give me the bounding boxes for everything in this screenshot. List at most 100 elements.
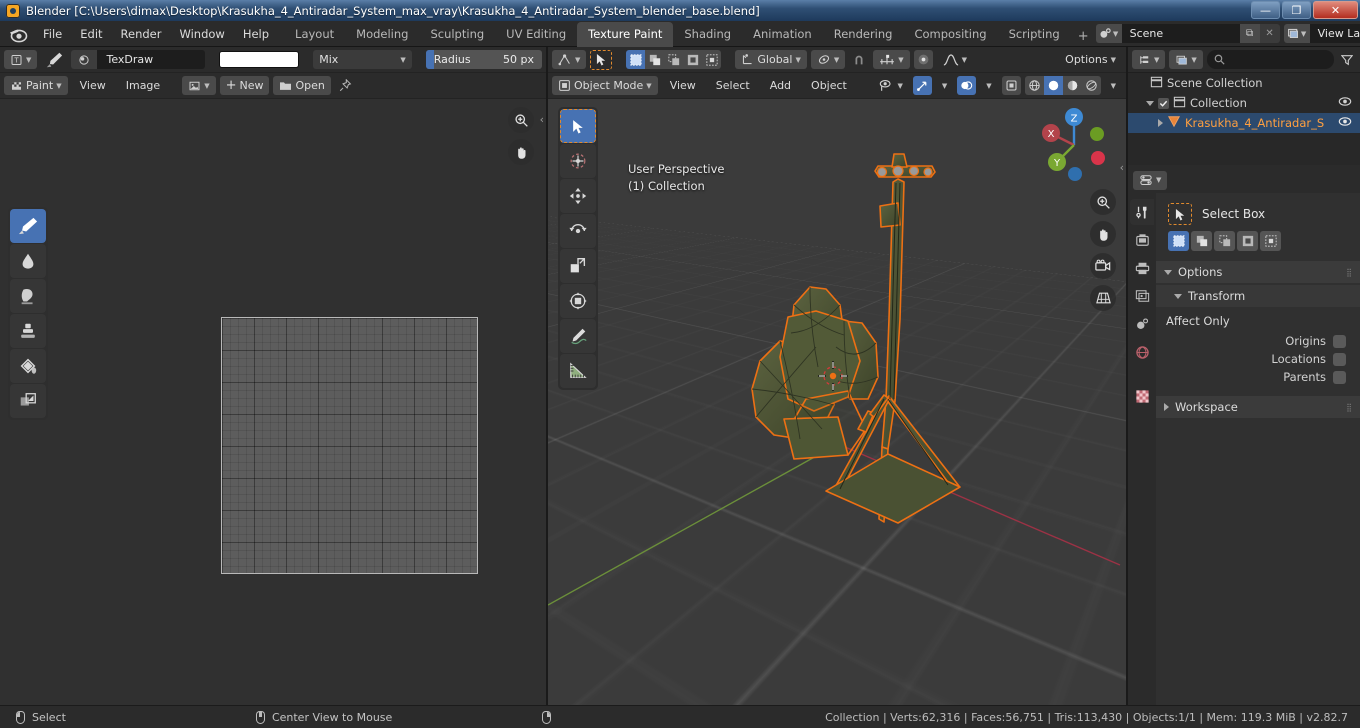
interaction-mode-dropdown[interactable]: Object Mode ▼ (552, 76, 658, 95)
select-mode-subtract[interactable] (664, 50, 683, 69)
pivot-point-dropdown[interactable]: ▼ (811, 50, 845, 69)
menu-help[interactable]: Help (234, 24, 278, 44)
outliner-editor-type-selector[interactable]: ▼ (1132, 50, 1165, 69)
object-visibility-dropdown[interactable]: ▼ (873, 76, 908, 95)
mask-tool[interactable] (10, 384, 46, 418)
zoom-gizmo[interactable] (508, 107, 534, 133)
panel-workspace[interactable]: Workspace ⣿ (1156, 396, 1360, 418)
falloff-dropdown[interactable]: ▼ (937, 50, 973, 69)
move-tool[interactable] (560, 179, 596, 213)
annotate-tool[interactable] (560, 319, 596, 353)
active-brush-icon[interactable] (41, 51, 67, 69)
properties-tab-view-layer[interactable] (1130, 283, 1154, 309)
workspace-tab-animation[interactable]: Animation (742, 22, 823, 47)
properties-tab-scene[interactable] (1130, 311, 1154, 337)
select-mode-set[interactable] (1168, 231, 1189, 251)
scene-unlink-button[interactable]: ✕ (1260, 24, 1280, 43)
chevron-right-icon[interactable] (1158, 119, 1163, 127)
snap-to-dropdown[interactable]: ▼ (873, 50, 909, 69)
brush-data-icon[interactable] (71, 50, 97, 69)
brush-name[interactable]: TexDraw (97, 50, 205, 69)
pan-gizmo[interactable] (1090, 221, 1116, 247)
properties-editor-type-selector[interactable]: ▼ (1133, 171, 1167, 190)
image-editor-canvas[interactable]: ‹ (0, 99, 546, 705)
viewport-menu-select[interactable]: Select (708, 76, 758, 95)
properties-tab-texture[interactable] (1130, 383, 1154, 409)
menu-file[interactable]: File (34, 24, 71, 44)
select-mode-extend[interactable] (645, 50, 664, 69)
pan-gizmo[interactable] (508, 139, 534, 165)
viewport-menu-object[interactable]: Object (803, 76, 855, 95)
brush-radius-slider[interactable]: Radius 50 px (426, 50, 542, 69)
outliner-row-object[interactable]: Krasukha_4_Antiradar_S (1128, 113, 1360, 133)
affect-parents-checkbox[interactable] (1333, 371, 1346, 384)
restore-button[interactable]: ❐ (1282, 1, 1311, 19)
overlays-toggle[interactable] (957, 76, 976, 95)
tweak-select-tool[interactable] (560, 109, 596, 143)
outliner-row-scene-collection[interactable]: Scene Collection (1128, 73, 1360, 93)
workspace-tab-shading[interactable]: Shading (673, 22, 742, 47)
viewport-sidebar-toggle[interactable]: ‹ (1120, 161, 1124, 174)
xray-toggle[interactable] (1002, 76, 1021, 95)
select-mode-invert[interactable] (683, 50, 702, 69)
krasukha-radar-model[interactable] (548, 99, 1126, 705)
properties-tab-world[interactable] (1130, 339, 1154, 365)
viewport-axis-gizmo[interactable]: Z X Y (1032, 103, 1116, 187)
outliner-search-input[interactable] (1207, 50, 1334, 69)
active-tool-indicator[interactable] (590, 50, 612, 70)
select-mode-invert[interactable] (1237, 231, 1258, 251)
uv-image-grid[interactable] (221, 317, 478, 574)
transform-orientation-dropdown[interactable]: Global ▼ (735, 50, 806, 69)
workspace-tab-texture-paint[interactable]: Texture Paint (577, 22, 673, 47)
shading-wireframe[interactable] (1025, 76, 1044, 95)
snap-magnet-icon[interactable] (849, 53, 869, 67)
draw-brush-tool[interactable] (10, 209, 46, 243)
workspace-tab-modeling[interactable]: Modeling (345, 22, 419, 47)
overlays-dropdown[interactable]: ▼ (980, 76, 997, 95)
clone-tool[interactable] (10, 314, 46, 348)
minimize-button[interactable]: — (1251, 1, 1280, 19)
outliner-display-mode-dropdown[interactable]: ▼ (1169, 50, 1202, 69)
brush-color-swatch[interactable] (219, 51, 300, 68)
outliner-row-collection[interactable]: Collection (1128, 93, 1360, 113)
workspace-tab-scripting[interactable]: Scripting (998, 22, 1071, 47)
zoom-gizmo[interactable] (1090, 189, 1116, 215)
viewport-canvas[interactable]: User Perspective (1) Collection Z X Y ‹ (548, 99, 1126, 705)
smear-tool[interactable] (10, 279, 46, 313)
workspace-tab-compositing[interactable]: Compositing (903, 22, 997, 47)
workspace-tab-sculpting[interactable]: Sculpting (419, 22, 495, 47)
fill-tool[interactable] (10, 349, 46, 383)
shading-solid[interactable] (1044, 76, 1063, 95)
transform-tool[interactable] (560, 284, 596, 318)
select-mode-extend[interactable] (1191, 231, 1212, 251)
scene-icon[interactable]: ▼ (1096, 24, 1122, 43)
blender-logo-icon[interactable] (8, 25, 28, 43)
image-datablock-selector[interactable]: ▼ (182, 76, 215, 95)
rotate-tool[interactable] (560, 214, 596, 248)
editor-type-selector[interactable]: T ▼ (4, 50, 37, 69)
add-workspace-button[interactable]: + (1071, 26, 1096, 47)
new-image-button[interactable]: + New (220, 76, 270, 95)
collection-checkbox[interactable] (1158, 98, 1169, 109)
filter-icon[interactable] (1338, 54, 1356, 66)
proportional-edit-toggle[interactable] (914, 50, 933, 69)
viewport-menu-add[interactable]: Add (762, 76, 799, 95)
soften-tool[interactable] (10, 244, 46, 278)
panel-options[interactable]: Options ⣿ (1156, 261, 1360, 283)
select-mode-intersect[interactable] (702, 50, 721, 69)
scene-name[interactable]: Scene (1122, 24, 1240, 43)
gizmo-dropdown[interactable]: ▼ (936, 76, 953, 95)
affect-origins-checkbox[interactable] (1333, 335, 1346, 348)
select-mode-subtract[interactable] (1214, 231, 1235, 251)
pin-icon[interactable] (335, 79, 357, 92)
viewport-options-dropdown[interactable]: Options ▼ (1059, 50, 1122, 69)
workspace-tab-uv-editing[interactable]: UV Editing (495, 22, 577, 47)
workspace-tab-rendering[interactable]: Rendering (823, 22, 904, 47)
menu-edit[interactable]: Edit (71, 24, 111, 44)
visibility-eye-icon[interactable] (1338, 116, 1352, 130)
image-editor-menu-image[interactable]: Image (118, 76, 168, 95)
select-mode-intersect[interactable] (1260, 231, 1281, 251)
measure-tool[interactable] (560, 354, 596, 388)
camera-view-gizmo[interactable] (1090, 253, 1116, 279)
shading-rendered[interactable] (1082, 76, 1101, 95)
